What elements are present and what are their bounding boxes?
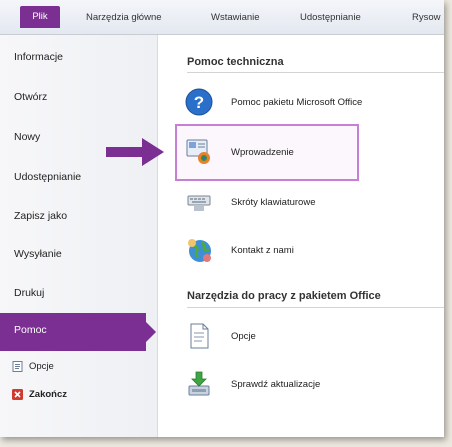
update-icon [185,370,213,398]
backstage-nav: Informacje Otwórz Nowy Udostępnianie Zap… [0,35,158,437]
ribbon-tab-bar: Plik Narzędzia główne Wstawianie Udostęp… [0,0,444,35]
nav-new[interactable]: Nowy [14,131,40,143]
options-item[interactable]: Opcje [185,318,256,354]
exit-icon [12,389,23,400]
nav-help[interactable]: Pomoc [0,313,156,351]
getting-started-icon [185,138,213,166]
nav-info[interactable]: Informacje [14,51,63,63]
contact-us-label: Kontakt z nami [231,244,294,256]
nav-print[interactable]: Drukuj [14,287,44,299]
keyboard-shortcuts-label: Skróty klawiaturowe [231,196,316,208]
nav-open[interactable]: Otwórz [14,91,47,103]
tools-section-divider [187,307,444,308]
tab-home[interactable]: Narzędzia główne [86,9,162,26]
getting-started-label: Wprowadzenie [231,146,294,158]
nav-exit[interactable]: Zakończ [12,389,67,400]
backstage-window: Plik Narzędzia główne Wstawianie Udostęp… [0,0,444,437]
contact-globe-icon [185,236,213,264]
nav-send[interactable]: Wysyłanie [14,248,62,260]
document-options-icon [185,322,213,350]
options-label: Opcje [231,330,256,342]
keyboard-icon [185,188,213,216]
check-updates-label: Sprawdź aktualizacje [231,378,321,390]
help-section-divider [187,72,444,73]
help-office-label: Pomoc pakietu Microsoft Office [231,96,363,108]
check-updates-item[interactable]: Sprawdź aktualizacje [185,366,320,402]
tab-file[interactable]: Plik [20,6,60,28]
nav-exit-label: Zakończ [29,389,68,400]
svg-text:?: ? [194,93,204,112]
nav-help-label: Pomoc [14,324,47,336]
nav-save-as[interactable]: Zapisz jako [14,210,67,222]
keyboard-shortcuts-item[interactable]: Skróty klawiaturowe [185,184,315,220]
tab-insert[interactable]: Wstawianie [211,9,260,26]
help-icon: ? [185,88,213,116]
pointer-arrow-icon [106,138,164,166]
tools-section-title: Narzędzia do pracy z pakietem Office [187,290,381,302]
contact-us-item[interactable]: Kontakt z nami [185,232,294,268]
help-section-title: Pomoc techniczna [187,56,284,68]
getting-started-item[interactable]: Wprowadzenie [185,134,294,170]
nav-options-label: Opcje [29,361,54,372]
tab-draw[interactable]: Rysow [412,9,441,26]
options-icon [12,361,23,372]
help-office-item[interactable]: ? Pomoc pakietu Microsoft Office [185,84,362,120]
tab-share[interactable]: Udostępnianie [300,9,361,26]
nav-options[interactable]: Opcje [12,361,54,372]
nav-share[interactable]: Udostępnianie [14,171,81,183]
